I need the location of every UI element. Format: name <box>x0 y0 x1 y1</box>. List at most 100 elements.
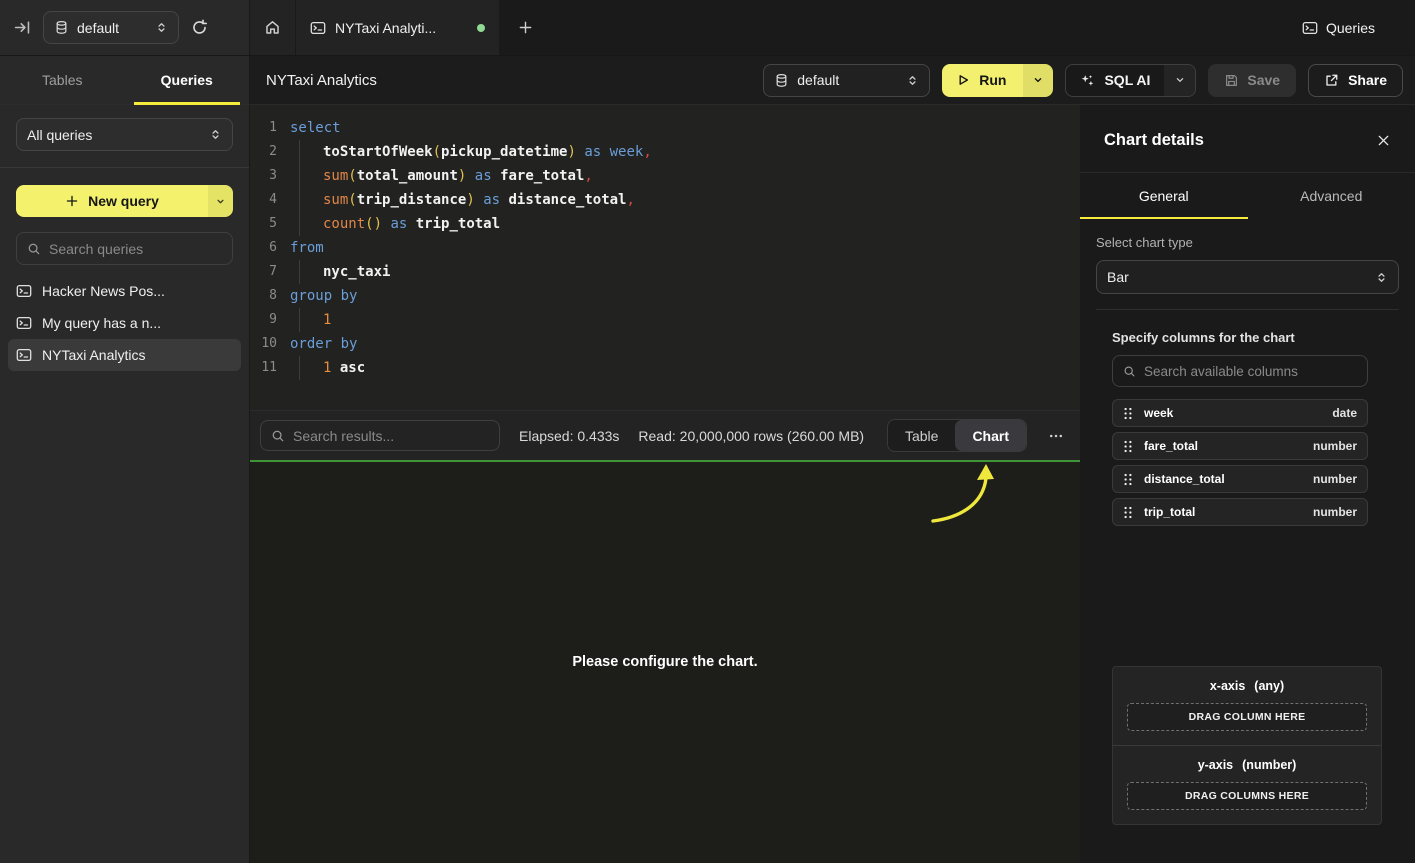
results-view-switch: TableChart <box>887 419 1027 452</box>
sidebar-tab-tables[interactable]: Tables <box>0 56 125 104</box>
code-text: 1 <box>277 308 331 332</box>
share-button-label: Share <box>1348 72 1387 88</box>
panel-tab-general[interactable]: General <box>1080 173 1248 219</box>
code-line: 111 asc <box>250 356 1080 380</box>
search-icon <box>271 429 285 443</box>
unsaved-changes-dot <box>477 24 485 32</box>
column-name: trip_total <box>1144 505 1195 519</box>
drag-handle-icon <box>1123 440 1133 453</box>
y-axis-section: y-axis(number)DRAG COLUMNS HERE <box>1113 745 1381 824</box>
y-axis-drop-zone[interactable]: DRAG COLUMNS HERE <box>1127 782 1367 810</box>
line-number: 7 <box>250 260 277 284</box>
columns-list: weekdate fare_totalnumber distance_total nu… <box>1112 399 1368 526</box>
close-icon[interactable] <box>1376 133 1391 148</box>
queries-nav-label: Queries <box>1326 20 1375 36</box>
line-number: 8 <box>250 284 277 308</box>
panel-tab-advanced[interactable]: Advanced <box>1248 173 1415 219</box>
new-query-button[interactable]: New query <box>16 185 208 217</box>
column-name: distance_total <box>1144 472 1225 486</box>
share-button[interactable]: Share <box>1308 64 1403 97</box>
topbar-database-select[interactable]: default <box>43 11 179 44</box>
run-button-label: Run <box>979 72 1006 88</box>
sidebar: All queries New query <box>0 105 250 863</box>
more-options-button[interactable] <box>1046 424 1066 448</box>
code-text: count() as trip_total <box>277 212 500 236</box>
column-type: date <box>1332 406 1357 420</box>
results-search-input[interactable] <box>293 428 489 444</box>
save-button[interactable]: Save <box>1208 64 1296 97</box>
code-line: 6from <box>250 236 1080 260</box>
columns-search-input[interactable] <box>1144 364 1357 379</box>
query-tab-title: NYTaxi Analyti... <box>335 20 468 36</box>
run-button[interactable]: Run <box>942 64 1023 97</box>
rows-read-stats: Read: 20,000,000 rows (260.00 MB) <box>638 428 864 444</box>
queries-nav-button[interactable]: Queries <box>1302 0 1415 55</box>
updown-chevron-icon <box>906 74 919 87</box>
code-line: 3sum(total_amount) as fare_total, <box>250 164 1080 188</box>
chart-canvas: Please configure the chart. <box>250 460 1080 863</box>
new-query-options-caret[interactable] <box>208 185 233 217</box>
database-icon <box>774 73 789 88</box>
indent-guide <box>299 140 323 164</box>
code-line: 1select <box>250 116 1080 140</box>
indent-guide <box>299 356 323 380</box>
plus-icon <box>65 194 79 208</box>
column-type: number <box>1313 472 1357 486</box>
code-text: from <box>277 236 324 260</box>
code-line: 7nyc_taxi <box>250 260 1080 284</box>
sql-ai-options-caret[interactable] <box>1164 65 1195 96</box>
query-list-item[interactable]: NYTaxi Analytics <box>8 339 241 371</box>
updown-chevron-icon <box>155 21 168 34</box>
code-line: 4sum(trip_distance) as distance_total, <box>250 188 1080 212</box>
query-list: Hacker News Pos...My query has a n... NYT… <box>8 275 241 371</box>
toolbar-database-select[interactable]: default <box>763 64 930 97</box>
line-number: 2 <box>250 140 277 164</box>
query-filter-select[interactable]: All queries <box>16 118 233 151</box>
sparkle-icon <box>1080 73 1095 88</box>
home-button[interactable] <box>250 0 296 55</box>
view-tab-chart[interactable]: Chart <box>955 420 1026 451</box>
drag-handle-icon <box>1123 506 1133 519</box>
column-row-week[interactable]: weekdate <box>1112 399 1368 427</box>
collapse-sidebar-icon[interactable] <box>14 19 31 36</box>
sidebar-tabs: TablesQueries <box>0 56 250 105</box>
columns-search <box>1112 355 1368 387</box>
view-tab-table[interactable]: Table <box>888 420 955 451</box>
chart-type-value: Bar <box>1107 269 1367 285</box>
indent-guide <box>299 260 323 284</box>
center-column: 1select2toStartOfWeek(pickup_datetime) a… <box>250 105 1080 863</box>
topbar-database-value: default <box>77 20 147 36</box>
code-text: select <box>277 116 341 140</box>
query-tab[interactable]: NYTaxi Analyti... <box>296 0 500 55</box>
panel-title: Chart details <box>1104 131 1204 150</box>
drag-handle-icon <box>1123 473 1133 486</box>
column-row-trip_total[interactable]: trip_totalnumber <box>1112 498 1368 526</box>
sql-editor[interactable]: 1select2toStartOfWeek(pickup_datetime) a… <box>250 105 1080 410</box>
search-icon <box>1123 365 1136 378</box>
new-query-button-group: New query <box>16 185 233 217</box>
new-query-label: New query <box>88 193 159 209</box>
column-row-distance_total[interactable]: distance_total number <box>1112 465 1368 493</box>
line-number: 6 <box>250 236 277 260</box>
run-options-caret[interactable] <box>1023 64 1053 97</box>
x-axis-drop-zone[interactable]: DRAG COLUMN HERE <box>1127 703 1367 731</box>
sidebar-search-input[interactable] <box>49 241 222 257</box>
column-row-fare_total[interactable]: fare_totalnumber <box>1112 432 1368 460</box>
sql-ai-button[interactable]: SQL AI <box>1066 65 1164 96</box>
search-icon <box>27 242 41 256</box>
terminal-icon <box>1302 20 1318 36</box>
results-bar: Elapsed: 0.433s Read: 20,000,000 rows (2… <box>250 410 1080 460</box>
line-number: 11 <box>250 356 277 380</box>
plus-icon <box>518 20 533 35</box>
query-list-item-label: NYTaxi Analytics <box>42 347 145 363</box>
query-list-item[interactable]: Hacker News Pos... <box>8 275 241 307</box>
code-text: order by <box>277 332 357 356</box>
query-list-item[interactable]: My query has a n... <box>8 307 241 339</box>
code-line: 5count() as trip_total <box>250 212 1080 236</box>
new-tab-button[interactable] <box>500 0 550 55</box>
sidebar-tab-queries[interactable]: Queries <box>125 56 250 104</box>
code-text: sum(trip_distance) as distance_total, <box>277 188 635 212</box>
chart-type-select[interactable]: Bar <box>1096 260 1399 294</box>
code-text: group by <box>277 284 357 308</box>
refresh-icon[interactable] <box>191 19 208 36</box>
